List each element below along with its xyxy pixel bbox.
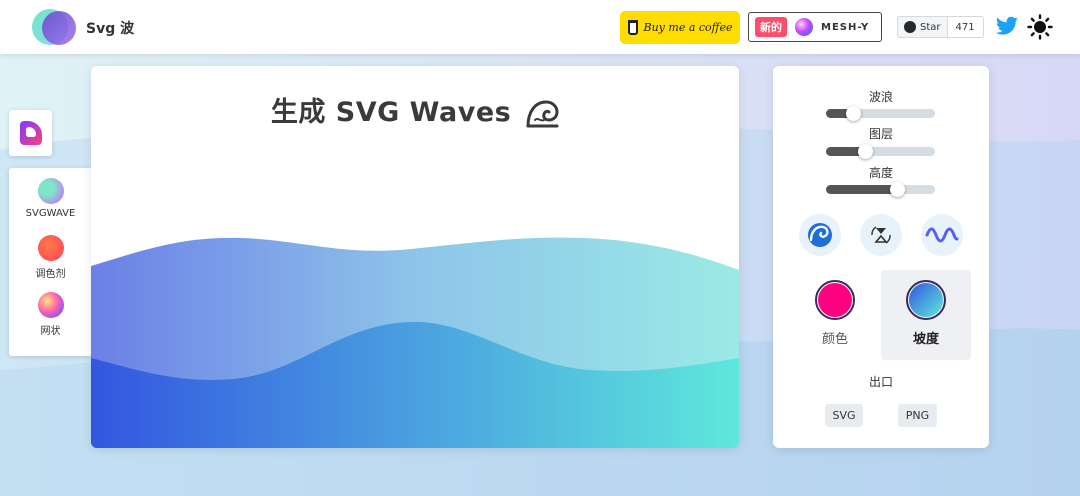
buy-me-a-coffee-button[interactable]: Buy me a coffee [620,11,740,44]
wave-preview-card: 生成 SVG Waves [91,66,739,448]
export-label: 出口 [868,375,893,389]
sidebar-item-svgwave[interactable]: SVGWAVE [9,178,92,219]
svgwave-icon [37,178,64,204]
height-slider[interactable] [826,182,935,197]
flip-wave-button[interactable] [860,214,902,256]
side-brand-button[interactable] [9,110,52,156]
coffee-cup-icon [627,20,638,35]
top-header: Svg 波 Buy me a coffee 新的 MESH-Y Star 471 [0,0,1080,54]
flip-vertical-icon [871,226,891,244]
gradient-color-option[interactable]: 坡度 [881,270,971,360]
export-svg-button[interactable]: SVG [825,404,863,427]
sidebar-item-label: 网状 [40,326,61,337]
sidebar-item-mesh[interactable]: 网状 [9,292,92,337]
meshy-label: MESH-Y [821,21,870,33]
waves-slider[interactable] [826,106,935,121]
github-icon [904,21,916,33]
slider-fill [826,185,897,194]
sidebar-nav: SVGWAVE 调色剂 网状 [9,168,92,356]
palette-icon [37,235,64,261]
mesh-icon [37,292,64,318]
slider-thumb[interactable] [846,106,862,121]
brand-logo-icon [19,121,42,145]
solid-color-option[interactable]: 颜色 [790,270,880,360]
wave-emoji-icon [526,99,559,127]
page-title: 生成 SVG Waves [91,90,739,130]
new-badge: 新的 [755,17,787,37]
slider-label-waves: 波浪 [868,90,893,104]
twitter-icon[interactable] [995,16,1019,38]
app-title: Svg 波 [86,21,135,37]
page-title-text: 生成 SVG Waves [270,97,512,128]
coffee-label: Buy me a coffee [643,21,733,34]
github-star-label: Star [920,21,941,33]
github-star-widget[interactable]: Star 471 [897,16,984,38]
gradient-option-label: 坡度 [912,332,939,347]
wave-style-button[interactable] [921,214,963,256]
github-star-button[interactable]: Star [897,16,948,38]
randomize-wave-button[interactable] [799,214,841,256]
app-logo[interactable] [32,9,78,47]
gradient-color-swatch[interactable] [906,280,946,320]
sidebar-item-palette[interactable]: 调色剂 [9,235,92,280]
wave-line-icon [925,227,959,243]
color-option-label: 颜色 [821,332,848,347]
export-png-button[interactable]: PNG [898,404,937,427]
mesh-gradient-icon [795,18,813,36]
meshy-link-button[interactable]: 新的 MESH-Y [748,12,882,42]
layers-slider[interactable] [826,144,935,159]
slider-label-layers: 图层 [868,127,893,141]
wave-swirl-icon [808,223,832,247]
sun-theme-toggle-icon[interactable] [1027,14,1053,40]
controls-panel: 波浪 图层 高度 颜色 坡度 出口 SVG PNG [773,66,989,448]
solid-color-swatch[interactable] [815,280,855,320]
sidebar-item-label: 调色剂 [35,269,66,280]
github-star-count[interactable]: 471 [947,16,984,38]
slider-thumb[interactable] [889,182,905,197]
sidebar-item-label: SVGWAVE [25,208,76,219]
slider-thumb[interactable] [858,144,874,159]
slider-label-height: 高度 [868,166,893,180]
